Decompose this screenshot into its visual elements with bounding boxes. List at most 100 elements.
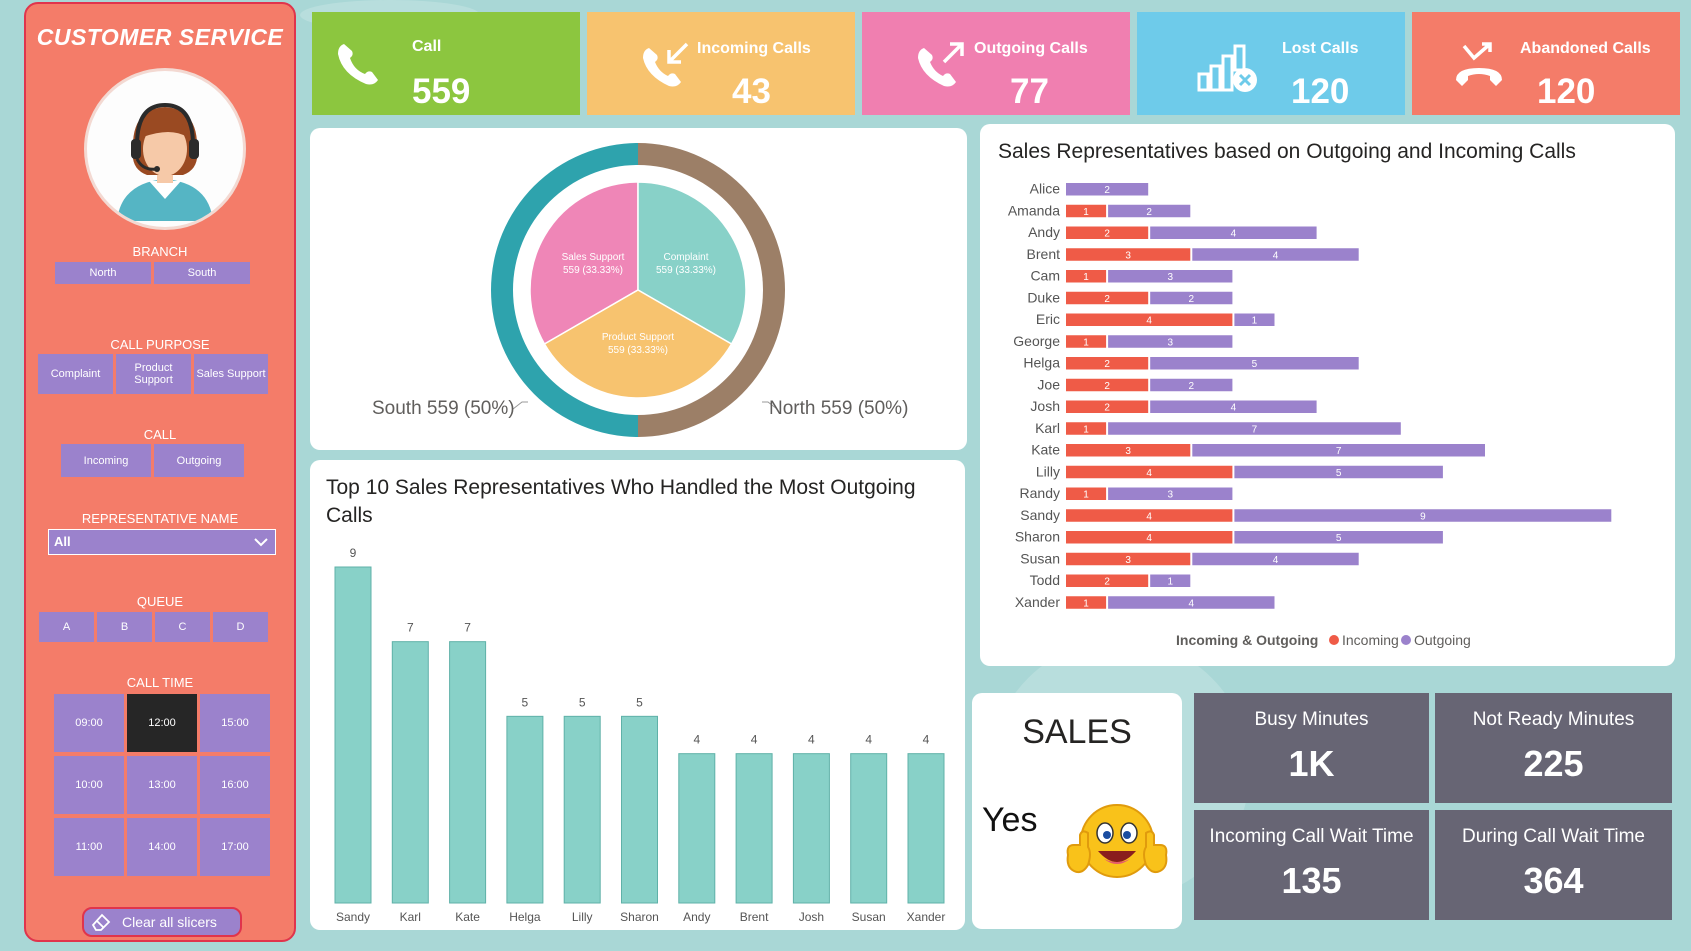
donut-north-label: North 559 (50%) <box>769 398 908 419</box>
branch-south-button[interactable]: South <box>154 262 250 284</box>
purpose-product-support-button[interactable]: Product Support <box>116 354 191 394</box>
kpi-value: 77 <box>1010 72 1049 111</box>
call-time-1000-button[interactable]: 10:00 <box>54 756 124 814</box>
call-time-0900-button[interactable]: 09:00 <box>54 694 124 752</box>
metric-label: During Call Wait Time <box>1461 826 1645 847</box>
bar-value-label: 4 <box>923 733 930 747</box>
x-tick-label: Susan <box>852 910 886 924</box>
incoming-value-label: 1 <box>1083 207 1089 218</box>
outgoing-bar <box>735 753 773 904</box>
sales-value: Yes <box>982 801 1038 839</box>
y-tick-label: Brent <box>1027 246 1061 262</box>
outgoing-bar <box>621 715 658 904</box>
kpi-label: Call <box>412 38 442 55</box>
outgoing-bar <box>792 753 830 904</box>
outgoing-value-label: 5 <box>1336 468 1342 479</box>
outgoing-value-label: 7 <box>1336 446 1342 457</box>
y-tick-label: Xander <box>1015 594 1060 610</box>
queue-a-button[interactable]: A <box>39 612 94 642</box>
x-tick-label: Lilly <box>572 910 593 924</box>
incoming-value-label: 3 <box>1125 555 1131 566</box>
donut-leader-line <box>512 401 528 410</box>
y-tick-label: Cam <box>1030 268 1060 284</box>
clear-all-slicers-button[interactable]: Clear all slicers <box>82 907 242 937</box>
abandoned-call-icon <box>1456 42 1502 86</box>
outgoing-value-label: 3 <box>1167 272 1173 283</box>
x-tick-label: Kate <box>455 910 480 924</box>
bar-value-label: 9 <box>350 546 357 560</box>
purpose-sales-support-button[interactable]: Sales Support <box>194 354 268 394</box>
donut-inner-label: Complaint <box>663 252 708 263</box>
y-tick-label: Andy <box>1028 224 1060 240</box>
x-tick-label: Sandy <box>336 910 370 924</box>
top10-outgoing-panel: Top 10 Sales Representatives Who Handled… <box>310 460 965 930</box>
x-tick-label: Andy <box>683 910 710 924</box>
outgoing-bar <box>391 641 429 904</box>
reps-horizontal-bar-chart: Alice 2 Amanda 1 2 Andy 2 4 Brent 3 4 Cam 1 3 Duke 2 2 Er… <box>1008 181 1612 648</box>
phone-icon <box>338 44 378 85</box>
outgoing-value-label: 3 <box>1167 337 1173 348</box>
outgoing-bar <box>907 753 945 904</box>
call-outgoing-button[interactable]: Outgoing <box>154 444 244 477</box>
incoming-value-label: 1 <box>1083 424 1089 435</box>
kpi-card-call: Call 559 <box>312 12 580 115</box>
outgoing-value-label: 9 <box>1420 511 1426 522</box>
bar-value-label: 7 <box>464 621 471 635</box>
incoming-call-icon <box>643 42 689 87</box>
call-time-1300-button[interactable]: 13:00 <box>127 756 197 814</box>
outgoing-value-label: 4 <box>1231 229 1237 240</box>
kpi-label: Abandoned Calls <box>1520 40 1651 57</box>
call-time-1200-button[interactable]: 12:00 <box>127 694 197 752</box>
branch-north-button[interactable]: North <box>55 262 151 284</box>
call-time-1600-button[interactable]: 16:00 <box>200 756 270 814</box>
incoming-value-label: 2 <box>1104 577 1110 588</box>
clear-all-slicers-label: Clear all slicers <box>122 914 217 930</box>
outgoing-value-label: 1 <box>1167 577 1173 588</box>
bar-value-label: 5 <box>579 695 586 709</box>
sales-title: SALES <box>1022 713 1132 751</box>
call-incoming-button[interactable]: Incoming <box>61 444 151 477</box>
kpi-card-lost-calls: Lost Calls 120 <box>1137 12 1405 115</box>
x-tick-label: Josh <box>799 910 824 924</box>
purpose-complaint-button[interactable]: Complaint <box>38 354 113 394</box>
sidebar-title: CUSTOMER SERVICE <box>36 24 284 50</box>
outgoing-value-label: 2 <box>1189 294 1195 305</box>
incoming-value-label: 2 <box>1104 229 1110 240</box>
y-tick-label: George <box>1013 333 1060 349</box>
y-tick-label: Lilly <box>1036 463 1060 479</box>
y-tick-label: Randy <box>1020 485 1060 501</box>
x-tick-label: Helga <box>509 910 541 924</box>
call-time-label: CALL TIME <box>126 675 194 690</box>
x-tick-label: Brent <box>740 910 769 924</box>
eraser-icon <box>91 913 111 931</box>
outgoing-value-label: 4 <box>1273 250 1279 261</box>
call-time-1400-button[interactable]: 14:00 <box>127 818 197 876</box>
queue-b-button[interactable]: B <box>97 612 152 642</box>
kpi-card-incoming-calls: Incoming Calls 43 <box>587 12 855 115</box>
bar-value-label: 4 <box>751 733 758 747</box>
queue-d-button[interactable]: D <box>213 612 268 642</box>
outgoing-value-label: 5 <box>1336 533 1342 544</box>
legend-outgoing-marker <box>1401 635 1411 645</box>
metric-label: Incoming Call Wait Time <box>1209 826 1414 847</box>
donut-south-label: South 559 (50%) <box>372 398 515 419</box>
outgoing-call-icon <box>918 42 964 87</box>
incoming-value-label: 1 <box>1083 598 1089 609</box>
lost-calls-chart-icon <box>1197 44 1257 92</box>
queue-c-button[interactable]: C <box>155 612 210 642</box>
call-time-1500-button[interactable]: 15:00 <box>200 694 270 752</box>
not-ready-minutes-card: Not Ready Minutes 225 <box>1435 693 1672 803</box>
thumbs-up-emoji-icon <box>1066 804 1168 878</box>
y-tick-label: Joe <box>1037 376 1060 392</box>
call-time-1100-button[interactable]: 11:00 <box>54 818 124 876</box>
outgoing-bar <box>678 753 716 904</box>
call-time-1700-button[interactable]: 17:00 <box>200 818 270 876</box>
legend-outgoing-label: Outgoing <box>1414 632 1471 648</box>
kpi-card-outgoing-calls: Outgoing Calls 77 <box>862 12 1130 115</box>
kpi-label: Lost Calls <box>1282 40 1359 57</box>
x-tick-label: Sharon <box>620 910 659 924</box>
representative-dropdown[interactable]: All <box>48 529 276 555</box>
during-call-wait-time-card: During Call Wait Time 364 <box>1435 810 1672 920</box>
incoming-value-label: 2 <box>1104 294 1110 305</box>
y-tick-label: Sandy <box>1020 507 1060 523</box>
